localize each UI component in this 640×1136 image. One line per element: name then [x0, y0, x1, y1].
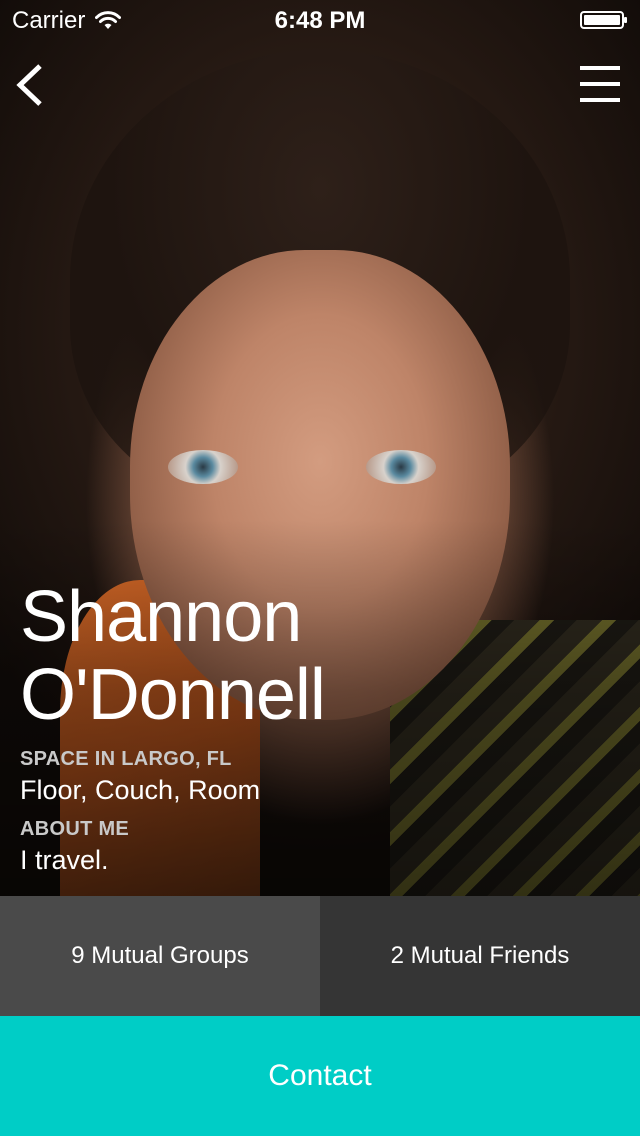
mutual-groups-button[interactable]: 9 Mutual Groups — [0, 896, 320, 1016]
status-bar: Carrier 6:48 PM — [0, 0, 640, 40]
space-label: SPACE IN LARGO, FL — [20, 748, 232, 770]
profile-first-name: Shannon — [20, 577, 302, 657]
profile-last-name: O'Donnell — [20, 655, 326, 735]
profile-screen: Carrier 6:48 PM Shannon O'Donnell SPACE … — [0, 0, 640, 1136]
battery-icon — [580, 11, 627, 29]
profile-name: Shannon O'Donnell — [20, 578, 620, 734]
mutual-friends-label: 2 Mutual Friends — [390, 942, 570, 969]
space-value: Floor, Couch, Room — [20, 775, 261, 805]
photo-eye-left — [168, 450, 238, 484]
photo-eye-right — [366, 450, 436, 484]
mutual-friends-button[interactable]: 2 Mutual Friends — [320, 896, 640, 1016]
mutual-connections-bar: 9 Mutual Groups 2 Mutual Friends — [0, 896, 640, 1016]
about-label: ABOUT ME — [20, 818, 130, 840]
contact-button[interactable]: Contact — [0, 1016, 640, 1136]
status-time: 6:48 PM — [274, 7, 366, 34]
profile-details: Shannon O'Donnell SPACE IN LARGO, FL Flo… — [20, 578, 620, 876]
about-value: I travel. — [20, 845, 109, 875]
chevron-left-icon[interactable] — [12, 60, 52, 110]
contact-label: Contact — [268, 1059, 372, 1092]
hamburger-menu-icon[interactable] — [580, 64, 620, 104]
mutual-groups-label: 9 Mutual Groups — [71, 942, 249, 969]
